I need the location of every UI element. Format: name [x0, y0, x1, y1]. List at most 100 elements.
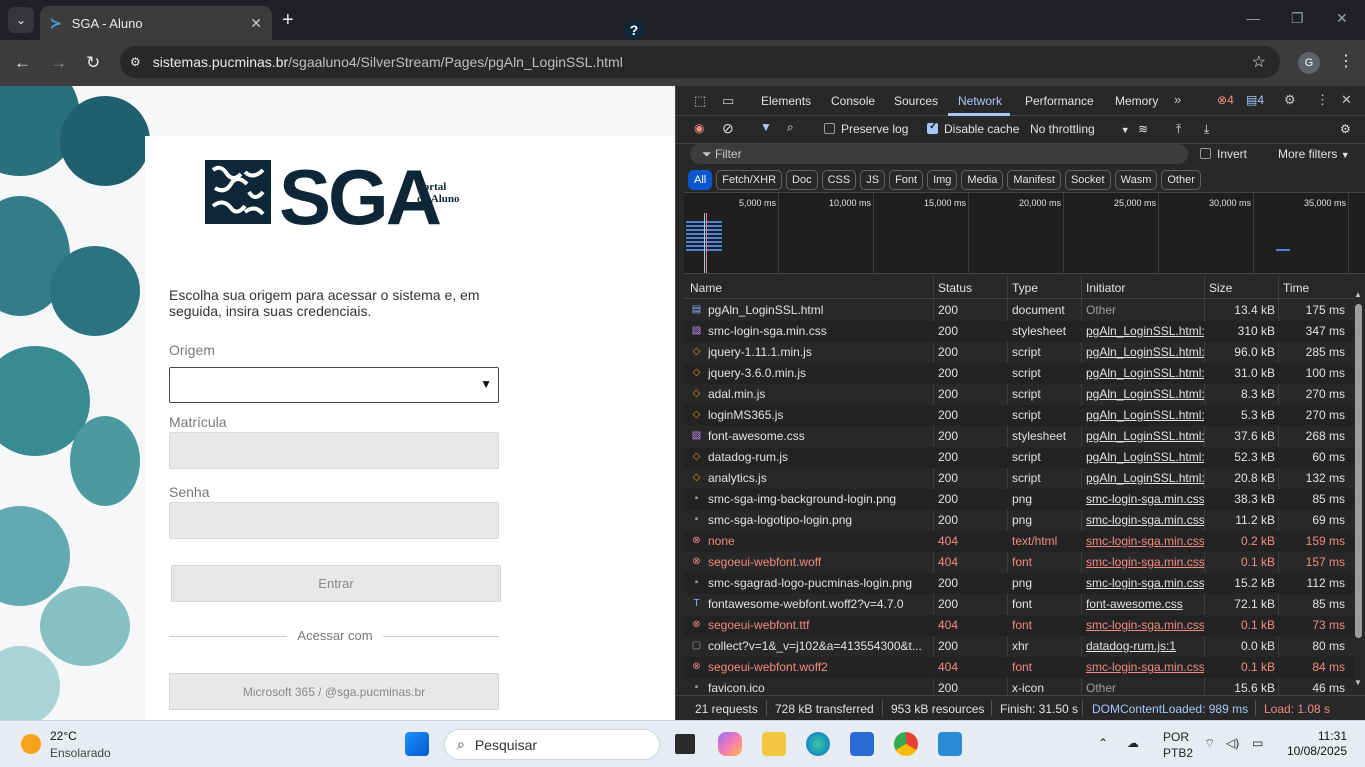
language-code[interactable]: POR — [1163, 730, 1189, 744]
omnibox[interactable]: ⚙ sistemas.pucminas.br/sgaaluno4/SilverS… — [120, 46, 1280, 78]
help-icon[interactable]: ? — [624, 20, 644, 40]
show-hidden-icons-icon[interactable]: ⌃ — [1098, 736, 1108, 750]
col-status[interactable]: Status — [938, 281, 972, 295]
volume-icon[interactable]: ◁) — [1226, 736, 1239, 750]
network-request-row[interactable]: ◇ loginMS365.js 200 script pgAln_LoginSSL.ht… — [684, 405, 1354, 426]
scroll-down-icon[interactable]: ▼ — [1354, 678, 1362, 687]
new-tab-button[interactable]: + — [282, 9, 294, 32]
inspect-element-icon[interactable]: ⬚ — [694, 93, 706, 109]
network-request-row[interactable]: ▪ smc-sga-logotipo-login.png 200 png smc-log… — [684, 510, 1354, 531]
invert-checkbox[interactable]: Invert — [1200, 147, 1247, 161]
network-scrollbar[interactable]: ▲ ▼ — [1353, 290, 1363, 690]
col-size[interactable]: Size — [1209, 281, 1232, 295]
battery-icon[interactable]: ▭ — [1252, 736, 1263, 750]
network-request-row[interactable]: ◇ adal.min.js 200 script pgAln_LoginSSL.html… — [684, 384, 1354, 405]
settings-gear-icon[interactable]: ⚙ — [1284, 92, 1296, 108]
vscode-icon[interactable] — [938, 732, 962, 756]
chip-other[interactable]: Other — [1161, 170, 1201, 190]
network-request-row[interactable]: ◇ jquery-3.6.0.min.js 200 script pgAln_Login… — [684, 363, 1354, 384]
chip-font[interactable]: Font — [889, 170, 924, 190]
network-request-row[interactable]: ⊗ segoeui-webfont.woff2 404 font smc-login-s… — [684, 657, 1354, 678]
system-clock[interactable]: 11:31 10/08/2025 — [1285, 729, 1347, 759]
weather-temp[interactable]: 22°C — [50, 729, 77, 743]
sun-icon[interactable] — [21, 734, 41, 754]
network-request-row[interactable]: Tfontawesome-webfont.woff2?v=4.7.0 200 fon… — [684, 594, 1354, 615]
network-conditions-icon[interactable]: ≋ — [1138, 122, 1148, 136]
chip-wasm[interactable]: Wasm — [1114, 170, 1158, 190]
col-time[interactable]: Time — [1283, 281, 1309, 295]
keyboard-layout[interactable]: PTB2 — [1163, 746, 1193, 760]
clear-icon[interactable]: ⊘ — [722, 120, 734, 137]
network-request-row[interactable]: ◇ datadog-rum.js 200 script pgAln_LoginSSL.h… — [684, 447, 1354, 468]
chip-media[interactable]: Media — [961, 170, 1004, 190]
search-icon[interactable]: ⌕ — [787, 120, 794, 135]
network-request-row[interactable]: ▢ collect?v=1&_v=j102&a=413554300&t... 200… — [684, 636, 1354, 657]
task-view-icon[interactable] — [673, 732, 697, 756]
entrar-button[interactable]: Entrar — [171, 565, 501, 602]
tab-performance[interactable]: Performance — [1025, 94, 1094, 108]
chip-css[interactable]: CSS — [821, 170, 857, 190]
senha-input[interactable] — [169, 502, 499, 539]
taskbar-search[interactable]: ⌕ Pesquisar — [444, 729, 660, 760]
microsoft-365-button[interactable]: Microsoft 365 / @sga.pucminas.br — [169, 673, 499, 710]
network-overview-timeline[interactable]: 5,000 ms 10,000 ms 15,000 ms 20,000 ms 2… — [684, 192, 1365, 274]
col-name[interactable]: Name — [690, 281, 722, 295]
device-toolbar-icon[interactable]: ▭ — [722, 93, 734, 109]
chip-js[interactable]: JS — [860, 170, 886, 190]
export-har-icon[interactable]: ⤓ — [1204, 122, 1209, 137]
start-windows-icon[interactable] — [405, 732, 429, 756]
record-icon[interactable]: ◉ — [694, 121, 704, 135]
browser-menu-icon[interactable]: ⋮ — [1338, 51, 1354, 71]
chrome-icon[interactable] — [894, 732, 918, 756]
weather-desc[interactable]: Ensolarado — [50, 746, 111, 760]
tab-console[interactable]: Console — [831, 94, 875, 108]
tab-memory[interactable]: Memory — [1115, 94, 1158, 108]
matricula-input[interactable] — [169, 432, 499, 469]
preserve-log-checkbox[interactable]: Preserve log — [824, 122, 908, 136]
throttling-select[interactable]: No throttling ▼ — [1030, 122, 1130, 136]
cloud-icon[interactable]: ☁ — [1127, 736, 1139, 750]
network-request-row[interactable]: ◇ analytics.js 200 script pgAln_LoginSSL.htm… — [684, 468, 1354, 489]
chip-img[interactable]: Img — [927, 170, 958, 190]
network-request-row[interactable]: ⊗ none 404 text/html smc-login-sga.min.css 0.… — [684, 531, 1354, 552]
errors-badge[interactable]: ⊗4 — [1217, 93, 1234, 107]
network-request-row[interactable]: ▨ smc-login-sga.min.css 200 stylesheet pgAln… — [684, 321, 1354, 342]
disable-cache-checkbox[interactable]: Disable cache — [927, 121, 1019, 136]
back-button[interactable]: ← — [14, 53, 31, 73]
tab-sources[interactable]: Sources — [894, 94, 938, 108]
tab-network[interactable]: Network — [958, 94, 1002, 108]
chip-all[interactable]: All — [688, 170, 713, 190]
scrollbar-thumb[interactable] — [1355, 304, 1362, 638]
col-type[interactable]: Type — [1012, 281, 1038, 295]
messages-badge[interactable]: ▤4 — [1246, 93, 1264, 107]
network-request-row[interactable]: ⊗ segoeui-webfont.woff 404 font smc-login-sg… — [684, 552, 1354, 573]
origem-select[interactable]: ▼ — [169, 367, 499, 403]
close-window-icon[interactable]: ✕ — [1336, 10, 1348, 27]
close-devtools-icon[interactable]: ✕ — [1341, 92, 1352, 108]
network-request-row[interactable]: ▪ smc-sgagrad-logo-pucminas-login.png 200 p… — [684, 573, 1354, 594]
browser-tab[interactable]: ≻ SGA - Aluno ✕ — [40, 6, 272, 40]
scroll-up-icon[interactable]: ▲ — [1354, 290, 1362, 299]
network-request-row[interactable]: ◇ jquery-1.11.1.min.js 200 script pgAln_Logi… — [684, 342, 1354, 363]
bookmark-star-icon[interactable]: ☆ — [1252, 52, 1266, 72]
filter-icon[interactable]: ▼ — [760, 120, 772, 134]
devtools-menu-icon[interactable]: ⋮ — [1316, 92, 1329, 108]
restore-icon[interactable]: ❐ — [1291, 10, 1304, 27]
forward-button[interactable]: → — [50, 53, 67, 73]
more-filters-dropdown[interactable]: More filters ▼ — [1278, 147, 1350, 161]
tab-elements[interactable]: Elements — [761, 94, 811, 108]
file-explorer-icon[interactable] — [762, 732, 786, 756]
more-tabs-icon[interactable]: » — [1174, 92, 1181, 107]
store-icon[interactable] — [850, 732, 874, 756]
network-request-row[interactable]: ▤ pgAln_LoginSSL.html 200 document Other 13.4… — [684, 300, 1354, 321]
copilot-icon[interactable] — [718, 732, 742, 756]
network-settings-icon[interactable]: ⚙ — [1340, 122, 1351, 136]
wifi-icon[interactable]: ⌔ — [1204, 736, 1215, 751]
chip-fetch-xhr[interactable]: Fetch/XHR — [716, 170, 783, 190]
edge-icon[interactable] — [806, 732, 830, 756]
close-tab-icon[interactable]: ✕ — [250, 15, 262, 32]
import-har-icon[interactable]: ⤒ — [1176, 122, 1181, 137]
minimize-icon[interactable]: — — [1246, 10, 1260, 26]
profile-avatar[interactable]: G — [1298, 52, 1320, 74]
filter-input[interactable]: ⏷ Filter — [690, 144, 1188, 164]
